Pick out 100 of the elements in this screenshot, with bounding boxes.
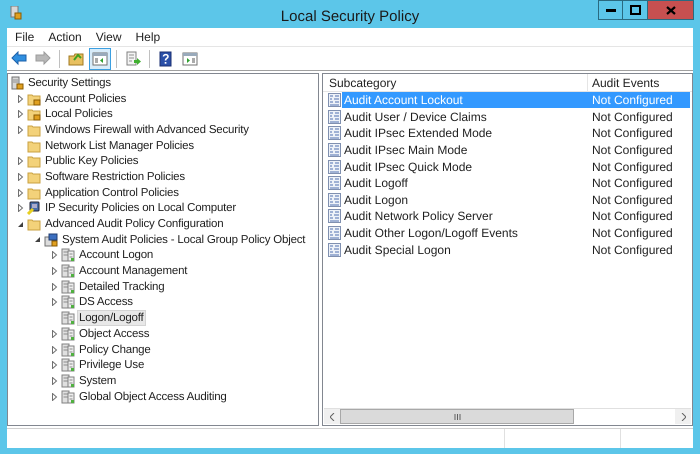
back-arrow-icon <box>11 50 27 66</box>
policy-icon <box>328 160 341 174</box>
policy-icon <box>328 143 341 158</box>
tree-item[interactable]: Account Management <box>77 263 190 280</box>
collapsed-arrow-icon[interactable] <box>51 282 58 291</box>
menu-item[interactable]: Action <box>42 28 88 46</box>
column-header[interactable]: Audit Events <box>588 74 690 91</box>
tree-item[interactable]: Policy Change <box>77 342 153 358</box>
tree-item[interactable]: Account Logon <box>77 247 156 264</box>
tree-item[interactable]: Account Policies <box>43 90 128 107</box>
tree-item[interactable]: Software Restriction Policies <box>43 168 187 185</box>
collapsed-arrow-icon[interactable] <box>51 330 58 338</box>
folder-lock-icon <box>27 107 41 122</box>
document-stack-icon <box>61 374 75 388</box>
table-cell[interactable]: Audit Logoff <box>342 175 588 192</box>
table-cell[interactable]: Audit User / Device Claims <box>342 108 588 125</box>
collapsed-arrow-icon[interactable] <box>17 157 24 166</box>
table-cell[interactable]: Audit Other Logon/Logoff Events <box>342 225 588 242</box>
collapsed-arrow-icon[interactable] <box>51 361 58 370</box>
tree-item[interactable]: Advanced Audit Policy Configuration <box>43 216 226 232</box>
tree-item[interactable]: Global Object Access Auditing <box>77 388 229 405</box>
policy-icon <box>328 110 341 124</box>
policy-object-icon <box>44 232 58 247</box>
document-stack-icon <box>61 248 75 262</box>
policy-icon <box>328 176 341 190</box>
tree-item[interactable]: Windows Firewall with Advanced Security <box>43 122 251 138</box>
document-stack-icon <box>61 264 75 278</box>
collapsed-arrow-icon[interactable] <box>17 172 24 181</box>
tree-item[interactable]: Object Access <box>77 326 152 342</box>
table-cell[interactable]: Audit IPsec Quick Mode <box>342 158 588 175</box>
collapsed-arrow-icon[interactable] <box>17 110 24 118</box>
tree-item[interactable]: Application Control Policies <box>43 184 181 201</box>
tree-item[interactable]: Detailed Tracking <box>77 278 166 295</box>
collapsed-arrow-icon[interactable] <box>51 251 58 260</box>
table-cell[interactable]: Not Configured <box>588 108 690 125</box>
window-title: Local Security Policy <box>280 7 420 27</box>
menu-item[interactable]: File <box>9 28 40 46</box>
tree-item[interactable]: Local Policies <box>43 106 115 122</box>
document-stack-icon <box>61 280 75 294</box>
collapsed-arrow-icon[interactable] <box>51 392 58 401</box>
collapsed-arrow-icon[interactable] <box>17 204 24 212</box>
document-stack-icon <box>61 342 75 357</box>
maximize-icon <box>630 5 640 15</box>
document-stack-icon <box>61 311 75 326</box>
close-button[interactable] <box>648 0 694 20</box>
policy-icon <box>328 242 341 257</box>
tree-item[interactable]: Logon/Logoff <box>77 310 146 326</box>
computer-key-icon <box>27 201 41 216</box>
folder-icon <box>27 170 41 184</box>
table-cell[interactable]: Audit Network Policy Server <box>342 208 588 224</box>
table-cell[interactable]: Not Configured <box>588 208 690 224</box>
app-icon <box>10 6 22 20</box>
tree-item[interactable]: Network List Manager Policies <box>43 138 196 154</box>
menu-item[interactable]: Help <box>130 28 166 46</box>
collapsed-arrow-icon[interactable] <box>17 94 24 103</box>
document-stack-icon <box>61 295 75 310</box>
tree-item[interactable]: System <box>77 372 118 389</box>
folder-icon <box>27 217 41 232</box>
table-cell[interactable]: Audit Special Logon <box>342 242 588 258</box>
collapsed-arrow-icon[interactable] <box>17 126 24 134</box>
column-header[interactable]: Subcategory <box>323 74 588 91</box>
table-cell[interactable]: Not Configured <box>588 142 690 158</box>
table-cell[interactable]: Not Configured <box>588 242 690 258</box>
folder-icon <box>27 186 41 200</box>
table-cell[interactable]: Not Configured <box>588 225 690 242</box>
policy-icon <box>328 126 341 140</box>
menu-item[interactable]: View <box>90 28 128 46</box>
grip-icon <box>454 414 460 420</box>
table-cell[interactable]: Not Configured <box>588 125 690 142</box>
expanded-arrow-icon[interactable] <box>17 220 24 228</box>
help-icon <box>158 50 174 66</box>
pane-toggle-icon <box>182 50 198 66</box>
table-cell[interactable]: Audit IPsec Extended Mode <box>342 125 588 142</box>
tree-item[interactable]: DS Access <box>77 294 135 310</box>
minimize-icon <box>606 8 616 12</box>
table-cell[interactable]: Audit Logon <box>342 192 588 208</box>
document-stack-icon <box>61 358 75 372</box>
scrollbar-thumb[interactable] <box>340 409 574 424</box>
document-stack-icon <box>61 390 75 404</box>
tree-item[interactable]: Public Key Policies <box>43 153 140 170</box>
expanded-arrow-icon[interactable] <box>34 236 41 244</box>
maximize-button[interactable] <box>623 0 648 20</box>
table-cell[interactable]: Not Configured <box>588 158 690 175</box>
collapsed-arrow-icon[interactable] <box>51 267 58 276</box>
collapsed-arrow-icon[interactable] <box>51 376 58 385</box>
table-cell[interactable]: Not Configured <box>588 175 690 192</box>
minimize-button[interactable] <box>598 0 623 20</box>
document-stack-icon <box>61 326 75 341</box>
tree-item[interactable]: Privilege Use <box>77 357 146 374</box>
tree-item[interactable]: Security Settings <box>26 74 113 91</box>
collapsed-arrow-icon[interactable] <box>17 188 24 197</box>
collapsed-arrow-icon[interactable] <box>51 298 58 306</box>
table-cell[interactable]: Audit IPsec Main Mode <box>342 142 588 158</box>
tree-item[interactable]: IP Security Policies on Local Computer <box>43 200 238 216</box>
export-list-icon <box>125 50 141 66</box>
table-cell[interactable]: Not Configured <box>588 192 690 208</box>
tree-item[interactable]: System Audit Policies - Local Group Policy Object <box>60 232 308 248</box>
collapsed-arrow-icon[interactable] <box>51 346 58 354</box>
server-lock-icon <box>10 76 24 90</box>
folder-icon <box>27 122 41 137</box>
